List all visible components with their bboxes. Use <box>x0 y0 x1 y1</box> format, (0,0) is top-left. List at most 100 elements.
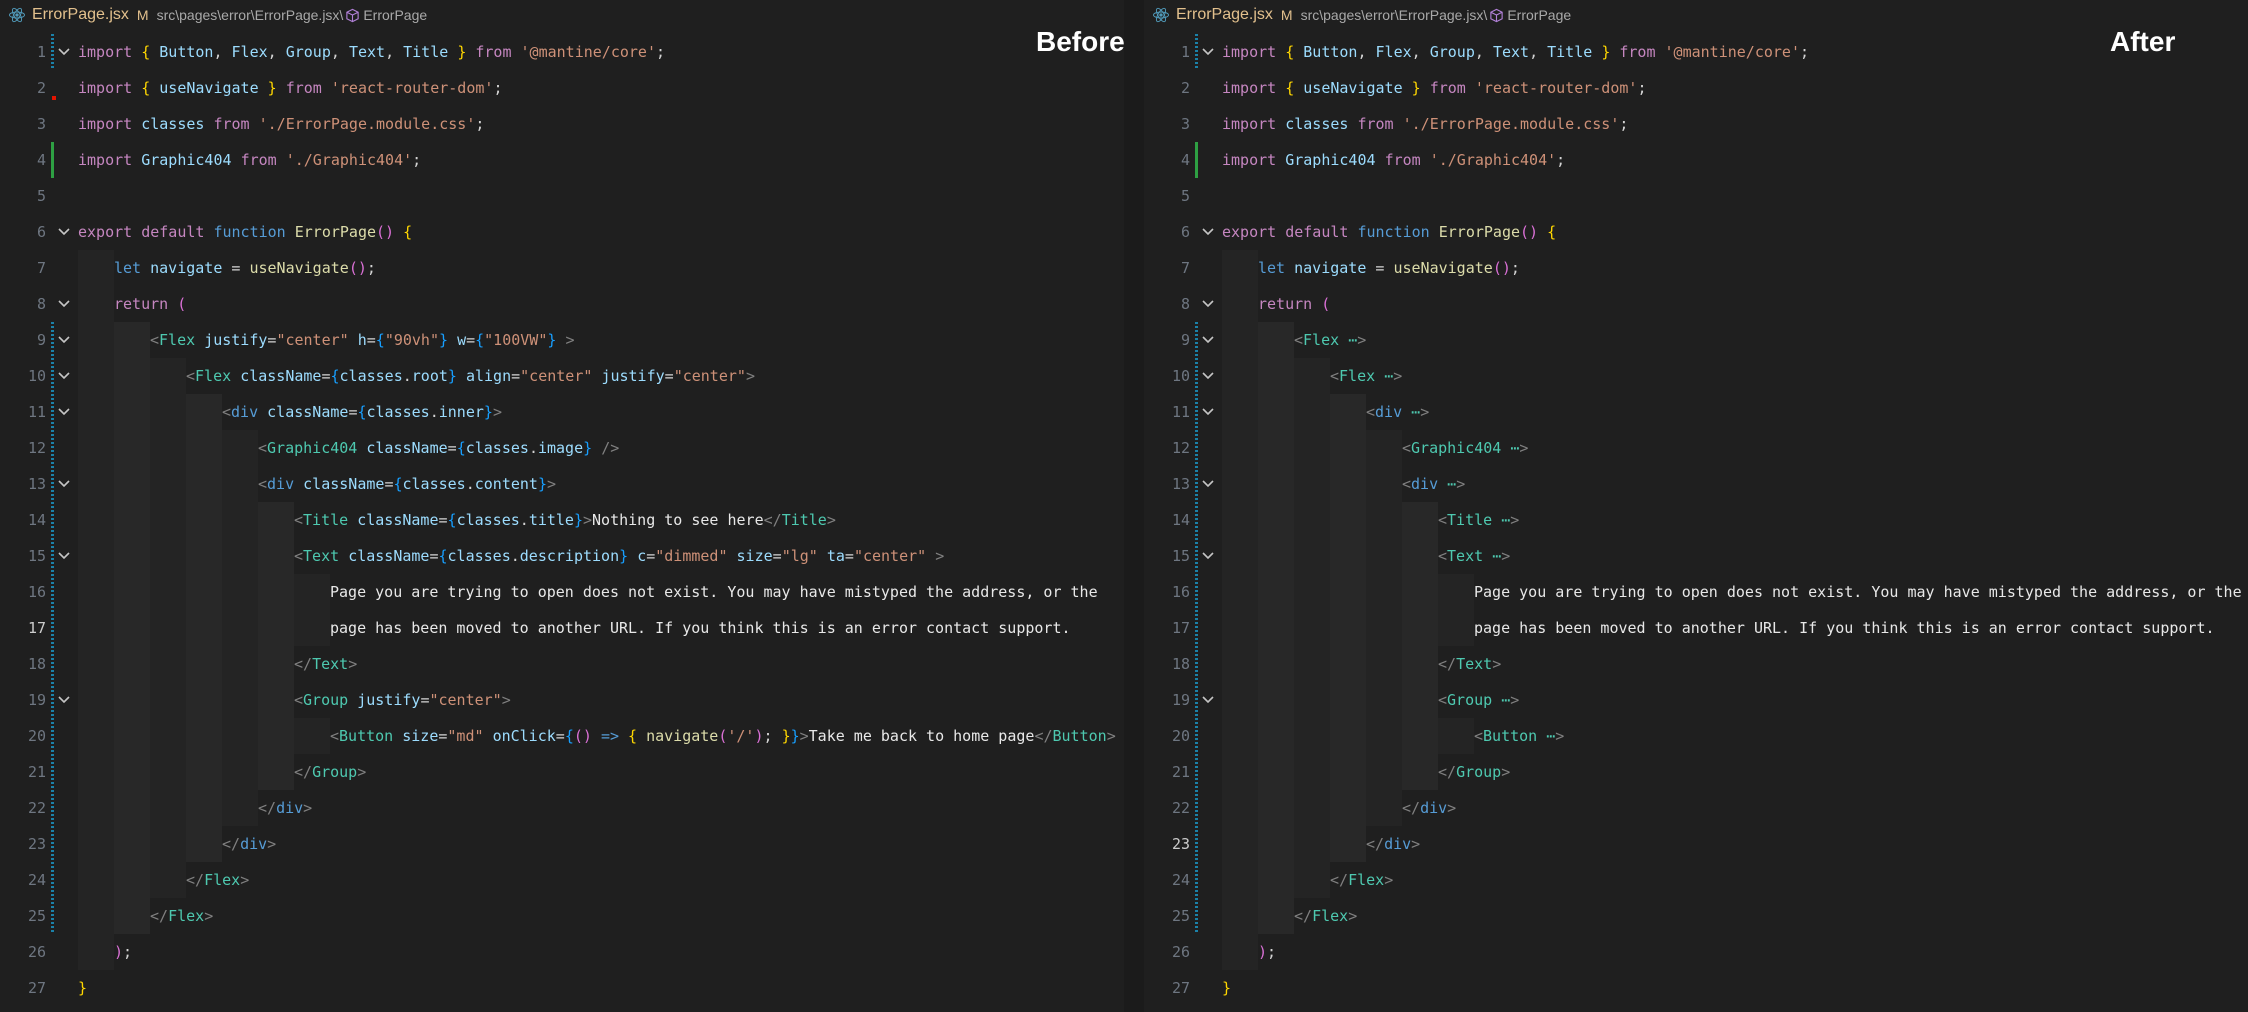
code-line[interactable]: 24 </Flex> <box>0 862 1124 898</box>
code-line[interactable]: 4 import Graphic404 from './Graphic404'; <box>0 142 1124 178</box>
code-line[interactable]: 6 export default function ErrorPage() { <box>0 214 1124 250</box>
breadcrumb-file-name[interactable]: ErrorPage.jsx <box>32 6 129 24</box>
code-line[interactable]: 26); <box>1144 934 2248 970</box>
modified-line-marker[interactable] <box>1195 34 1198 70</box>
chevron-down-icon[interactable] <box>1202 466 1214 503</box>
code-line[interactable]: 22 </div> <box>0 790 1124 826</box>
code-line[interactable]: 15 <Text className={classes.description} … <box>0 538 1124 574</box>
modified-line-marker[interactable] <box>1195 430 1198 466</box>
modified-line-marker[interactable] <box>1195 826 1198 862</box>
code-line[interactable]: 8 return ( <box>0 286 1124 322</box>
code-line[interactable]: 1 import { Button, Flex, Group, Text, Tit… <box>1144 34 2248 70</box>
code-line[interactable]: 17 page has been moved to another URL. If… <box>0 610 1124 646</box>
modified-line-marker[interactable] <box>51 646 54 682</box>
modified-line-marker[interactable] <box>51 430 54 466</box>
chevron-down-icon[interactable] <box>1202 538 1214 575</box>
code-line[interactable]: 2 import { useNavigate } from 'react-rout… <box>1144 70 2248 106</box>
modified-line-marker[interactable] <box>51 502 54 538</box>
code-line[interactable]: 19 <Group justify="center"> <box>0 682 1124 718</box>
code-line[interactable]: 10 <Flex className={classes.root} align="… <box>0 358 1124 394</box>
chevron-down-icon[interactable] <box>1202 358 1214 395</box>
modified-line-marker[interactable] <box>51 322 54 358</box>
code-line[interactable]: 27} <box>0 970 1124 1006</box>
modified-line-marker[interactable] <box>51 826 54 862</box>
chevron-down-icon[interactable] <box>1202 322 1214 359</box>
modified-line-marker[interactable] <box>1195 322 1198 358</box>
code-line[interactable]: 18 </Text> <box>0 646 1124 682</box>
chevron-down-icon[interactable] <box>1202 34 1214 71</box>
code-line[interactable]: 14 <Title className={classes.title}>Nothi… <box>0 502 1124 538</box>
left-code-area[interactable]: 1 import { Button, Flex, Group, Text, Tit… <box>0 34 1124 1006</box>
breadcrumb-path[interactable]: src\pages\error\ErrorPage.jsx\ <box>1301 7 1488 23</box>
code-line[interactable]: 8 return ( <box>1144 286 2248 322</box>
modified-line-marker[interactable] <box>1195 862 1198 898</box>
code-line[interactable]: 12 <Graphic404 className={classes.image} … <box>0 430 1124 466</box>
modified-line-marker[interactable] <box>1195 466 1198 502</box>
chevron-down-icon[interactable] <box>1202 682 1214 719</box>
modified-line-marker[interactable] <box>1195 538 1198 574</box>
breadcrumb-symbol[interactable]: ErrorPage <box>1507 7 1571 23</box>
modified-line-marker[interactable] <box>51 862 54 898</box>
code-line[interactable]: 7 let navigate = useNavigate(); <box>1144 250 2248 286</box>
code-line[interactable]: 13 <div className={classes.content}> <box>0 466 1124 502</box>
code-line[interactable]: 15 <Text ⋯> <box>1144 538 2248 574</box>
modified-line-marker[interactable] <box>51 610 54 646</box>
chevron-down-icon[interactable] <box>58 682 70 719</box>
modified-line-marker[interactable] <box>1195 682 1198 718</box>
code-line[interactable]: 23 </div> <box>0 826 1124 862</box>
modified-line-marker[interactable] <box>51 466 54 502</box>
code-line[interactable]: 24 </Flex> <box>1144 862 2248 898</box>
code-line[interactable]: 9 <Flex justify="center" h={"90vh"} w={"1… <box>0 322 1124 358</box>
chevron-down-icon[interactable] <box>1202 286 1214 323</box>
modified-line-marker[interactable] <box>1195 790 1198 826</box>
chevron-down-icon[interactable] <box>58 214 70 251</box>
right-breadcrumb[interactable]: ErrorPage.jsx Msrc\pages\error\ErrorPage.… <box>1152 4 1571 26</box>
chevron-down-icon[interactable] <box>58 394 70 431</box>
modified-line-marker[interactable] <box>1195 502 1198 538</box>
modified-line-marker[interactable] <box>51 718 54 754</box>
modified-line-marker[interactable] <box>51 754 54 790</box>
modified-line-marker[interactable] <box>1195 358 1198 394</box>
chevron-down-icon[interactable] <box>58 538 70 575</box>
code-line[interactable]: 3 import classes from './ErrorPage.module… <box>1144 106 2248 142</box>
code-line[interactable]: 22 </div> <box>1144 790 2248 826</box>
modified-line-marker[interactable] <box>1195 610 1198 646</box>
code-line[interactable]: 16 Page you are trying to open does not e… <box>0 574 1124 610</box>
modified-line-marker[interactable] <box>1195 574 1198 610</box>
chevron-down-icon[interactable] <box>58 286 70 323</box>
code-line[interactable]: 12 <Graphic404 ⋯> <box>1144 430 2248 466</box>
code-line[interactable]: 23 </div> <box>1144 826 2248 862</box>
code-line[interactable]: 1 import { Button, Flex, Group, Text, Tit… <box>0 34 1124 70</box>
chevron-down-icon[interactable] <box>1202 394 1214 431</box>
modified-line-marker[interactable] <box>51 898 54 934</box>
added-line-marker[interactable] <box>1195 142 1198 178</box>
added-line-marker[interactable] <box>51 142 54 178</box>
modified-line-marker[interactable] <box>51 538 54 574</box>
modified-line-marker[interactable] <box>51 394 54 430</box>
code-line[interactable]: 17 page has been moved to another URL. If… <box>1144 610 2248 646</box>
modified-line-marker[interactable] <box>51 574 54 610</box>
code-line[interactable]: 21 </Group> <box>0 754 1124 790</box>
code-line[interactable]: 2 import { useNavigate } from 'react-rout… <box>0 70 1124 106</box>
code-line[interactable]: 25 </Flex> <box>1144 898 2248 934</box>
left-breadcrumb[interactable]: ErrorPage.jsx Msrc\pages\error\ErrorPage.… <box>8 4 427 26</box>
code-line[interactable]: 26); <box>0 934 1124 970</box>
breadcrumb-symbol[interactable]: ErrorPage <box>363 7 427 23</box>
modified-line-marker[interactable] <box>1195 754 1198 790</box>
code-line[interactable]: 10 <Flex ⋯> <box>1144 358 2248 394</box>
chevron-down-icon[interactable] <box>58 322 70 359</box>
modified-line-marker[interactable] <box>51 682 54 718</box>
modified-line-marker[interactable] <box>51 358 54 394</box>
code-line[interactable]: 11 <div className={classes.inner}> <box>0 394 1124 430</box>
code-line[interactable]: 20 <Button size="md" onClick={() => { nav… <box>0 718 1124 754</box>
breadcrumb-path[interactable]: src\pages\error\ErrorPage.jsx\ <box>157 7 344 23</box>
chevron-down-icon[interactable] <box>58 358 70 395</box>
code-line[interactable]: 4 import Graphic404 from './Graphic404'; <box>1144 142 2248 178</box>
modified-line-marker[interactable] <box>1195 394 1198 430</box>
chevron-down-icon[interactable] <box>58 34 70 71</box>
right-code-area[interactable]: 1 import { Button, Flex, Group, Text, Tit… <box>1144 34 2248 1006</box>
modified-line-marker[interactable] <box>1195 646 1198 682</box>
code-line[interactable]: 14 <Title ⋯> <box>1144 502 2248 538</box>
code-line[interactable]: 13 <div ⋯> <box>1144 466 2248 502</box>
code-line[interactable]: 16 Page you are trying to open does not e… <box>1144 574 2248 610</box>
